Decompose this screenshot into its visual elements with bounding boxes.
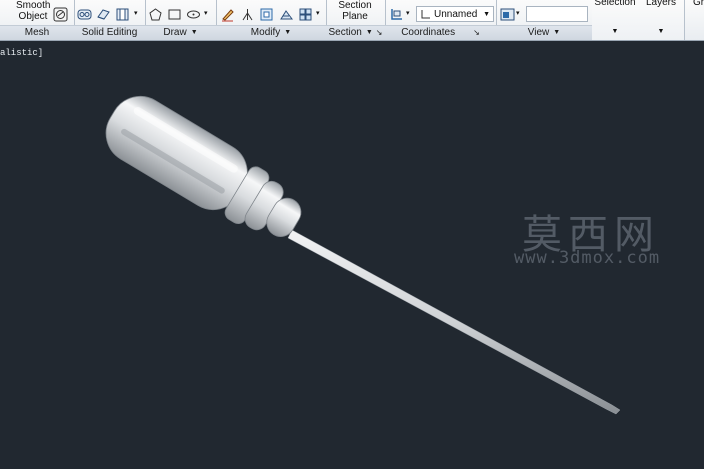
selection-button[interactable]: Selection ▼ <box>592 0 638 40</box>
extract-edges-icon[interactable] <box>96 7 111 22</box>
section-plane-label-1: Section <box>338 0 372 11</box>
smooth-more-icon[interactable] <box>53 7 68 22</box>
draw-dropdown-arrow[interactable]: ▾ <box>204 9 208 17</box>
separate-icon[interactable] <box>77 7 92 22</box>
shell-icon[interactable] <box>115 7 130 22</box>
smooth-object-label-2: Object <box>18 11 48 22</box>
coordinates-panel-title[interactable]: Coordinates ↘ <box>385 25 496 40</box>
array-icon[interactable] <box>259 7 274 22</box>
view-manager-icon[interactable] <box>500 7 515 22</box>
smooth-object-button[interactable]: Smooth Object <box>16 0 50 22</box>
polygon-icon[interactable] <box>148 7 163 22</box>
mesh-panel-title[interactable]: Mesh <box>0 25 74 40</box>
solid-editing-dropdown-arrow[interactable]: ▾ <box>134 9 138 17</box>
layers-panel: Layers ▼ <box>638 0 685 40</box>
modify-dropdown-arrow[interactable]: ▾ <box>316 9 320 17</box>
named-ucs-combo[interactable]: Unnamed ▼ <box>416 6 494 22</box>
mesh-panel: Smooth Object Mesh <box>0 0 75 40</box>
section-plane-label-2: Plane <box>342 11 368 22</box>
groups-label[interactable]: Gr <box>693 0 704 8</box>
ellipse-icon[interactable] <box>186 7 201 22</box>
mesh-title-text: Mesh <box>24 27 50 38</box>
selection-panel: Selection ▼ <box>592 0 639 40</box>
3d-rotate-icon[interactable] <box>279 7 294 22</box>
view-panel: ▾ View ▼ <box>496 0 593 40</box>
named-ucs-arrow: ▼ <box>483 11 490 18</box>
solid-editing-panel: ▾ Solid Editing <box>74 0 146 40</box>
section-title-text: Section <box>328 27 362 38</box>
coordinates-title-text: Coordinates <box>401 27 456 38</box>
selection-label: Selection <box>594 0 636 8</box>
view-panel-title[interactable]: View ▼ <box>496 25 592 40</box>
ucs-dropdown-arrow[interactable]: ▾ <box>406 9 410 17</box>
draw-panel-title[interactable]: Draw ▼ <box>145 25 216 40</box>
view-dropdown-arrow[interactable]: ▾ <box>516 9 520 17</box>
solid-editing-panel-title[interactable]: Solid Editing <box>74 25 145 40</box>
view-combo[interactable] <box>526 6 588 22</box>
section-launcher-icon[interactable]: ↘ <box>376 28 383 37</box>
modify-expand-arrow: ▼ <box>284 29 292 36</box>
draw-title-text: Draw <box>163 27 187 38</box>
layers-button[interactable]: Layers ▼ <box>638 0 684 40</box>
section-expand-arrow: ▼ <box>365 29 373 36</box>
view-title-text: View <box>527 27 550 38</box>
rectangle-icon[interactable] <box>167 7 182 22</box>
selection-arrow: ▼ <box>611 28 619 35</box>
layers-label: Layers <box>645 0 676 8</box>
coordinates-panel: ▾ Unnamed ▼ Coordinates ↘ <box>385 0 497 40</box>
groups-panel: Gr <box>684 0 704 40</box>
ucs-combo-icon <box>421 10 430 19</box>
section-panel-title[interactable]: Section ▼ ↘ <box>326 25 385 40</box>
modify-panel-title[interactable]: Modify ▼ <box>216 25 326 40</box>
layers-arrow: ▼ <box>657 28 665 35</box>
ribbon: Smooth Object Mesh ▾ Solid Editing ▾ Dra… <box>0 0 704 41</box>
modify-title-text: Modify <box>250 27 281 38</box>
coordinates-launcher-icon[interactable]: ↘ <box>473 28 480 37</box>
ucs-icon[interactable] <box>389 7 404 22</box>
edit-pencil-icon[interactable] <box>220 7 235 22</box>
draw-panel: ▾ Draw ▼ <box>145 0 217 40</box>
draw-expand-arrow: ▼ <box>190 29 198 36</box>
viewport-visual-style-label[interactable]: alistic] <box>0 48 43 58</box>
modify-panel: ▾ Modify ▼ <box>216 0 327 40</box>
align-icon[interactable] <box>240 7 255 22</box>
smooth-object-label-1: Smooth <box>16 0 51 11</box>
section-panel: Section Plane Section ▼ ↘ <box>326 0 386 40</box>
view-expand-arrow: ▼ <box>553 29 561 36</box>
solid-editing-title-text: Solid Editing <box>81 27 138 38</box>
3d-array-icon[interactable] <box>298 7 313 22</box>
watermark-url: www.3dmox.com <box>514 248 661 268</box>
named-ucs-value: Unnamed <box>434 9 478 20</box>
